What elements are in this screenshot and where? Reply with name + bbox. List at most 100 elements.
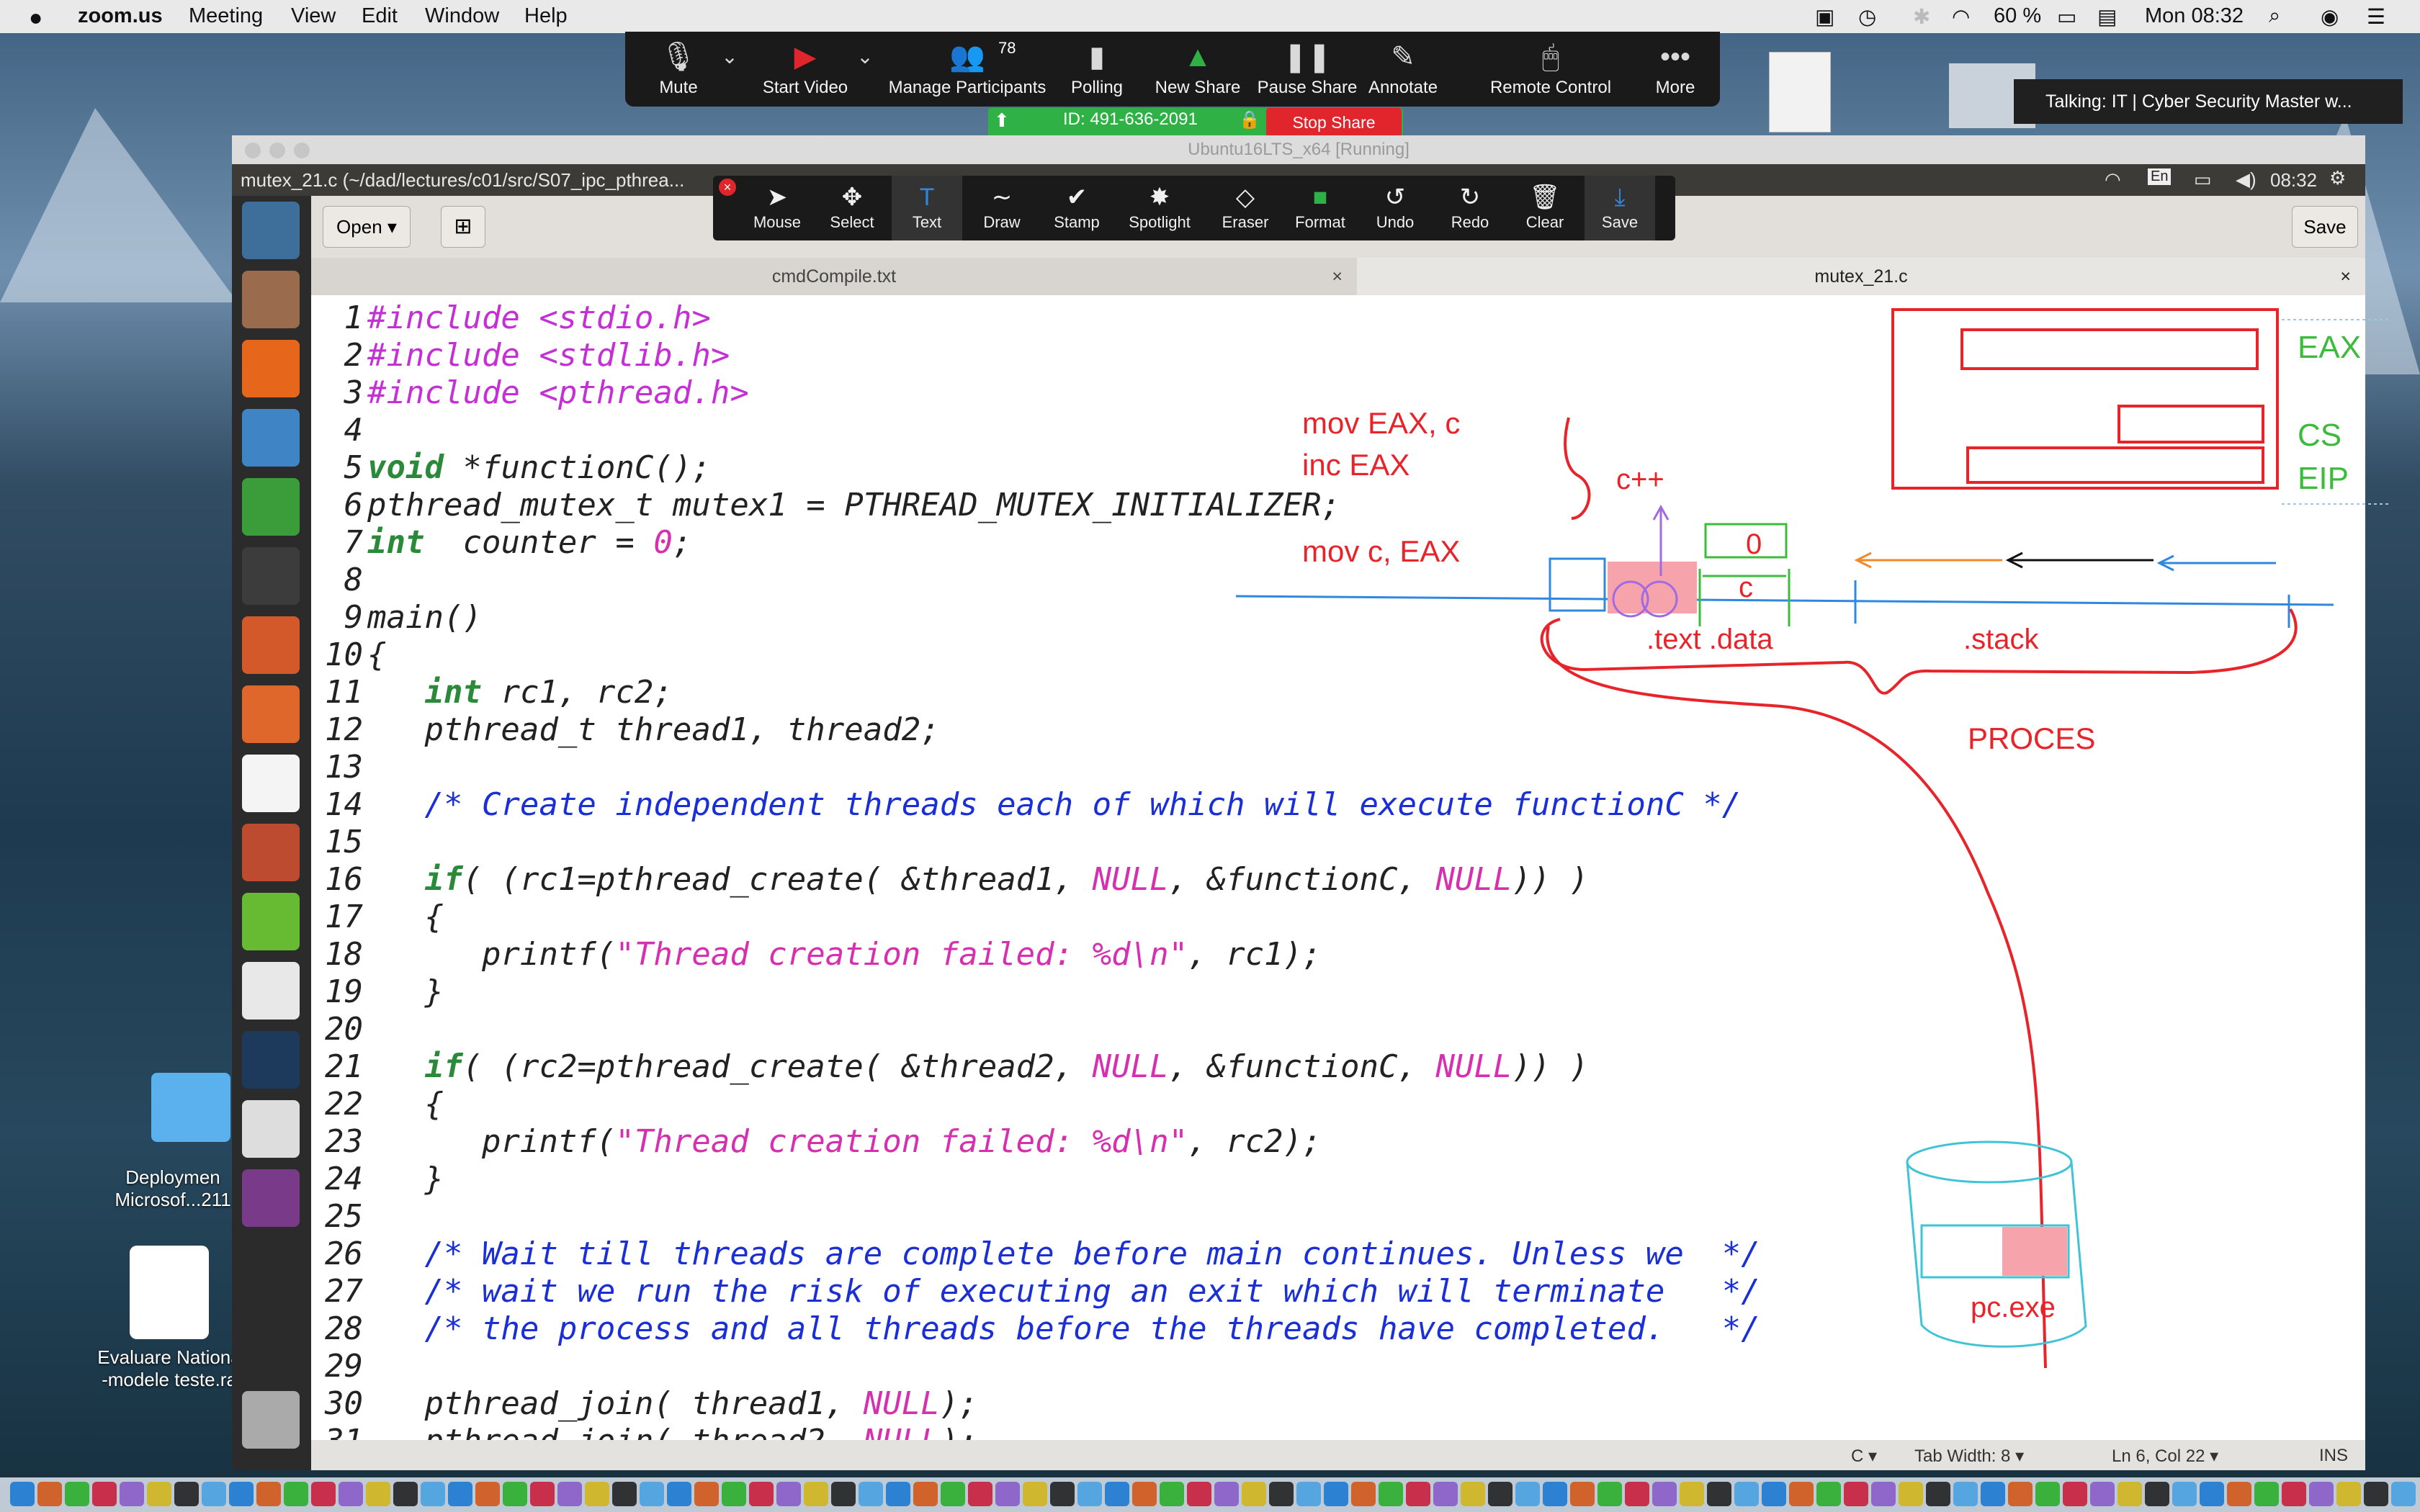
dock-app-icon[interactable] [366,1482,390,1506]
dock-app-icon[interactable] [1953,1482,1978,1506]
dock-app-icon[interactable] [1324,1482,1348,1506]
tool-select[interactable]: ✥ Select [817,176,887,240]
dock-app-icon[interactable] [1050,1482,1075,1506]
dock-app-icon[interactable] [1351,1482,1376,1506]
dock-app-icon[interactable] [2391,1482,2416,1506]
dock-app-icon[interactable] [1433,1482,1458,1506]
dock-app-icon[interactable] [1570,1482,1595,1506]
dock-app-icon[interactable] [886,1482,910,1506]
dock-app-icon[interactable] [1269,1482,1294,1506]
dock-app-icon[interactable] [503,1482,527,1506]
dock-app-icon[interactable] [2063,1482,2087,1506]
dock-app-icon[interactable] [1132,1482,1157,1506]
dock-app-icon[interactable] [311,1482,336,1506]
dock-app-icon[interactable] [2282,1482,2306,1506]
dock-app-icon[interactable] [393,1482,418,1506]
dock-app-icon[interactable] [2364,1482,2388,1506]
dock-app-icon[interactable] [339,1482,363,1506]
dock-app-icon[interactable] [1160,1482,1184,1506]
dock-app-icon[interactable] [585,1482,609,1506]
tool-draw[interactable]: ∼ Draw [967,176,1037,240]
dock-app-icon[interactable] [1899,1482,1923,1506]
dock-app-icon[interactable] [1981,1482,2005,1506]
dock-app-icon[interactable] [2227,1482,2251,1506]
dock-app-icon[interactable] [284,1482,308,1506]
dock-app-icon[interactable] [1543,1482,1567,1506]
dock-app-icon[interactable] [2336,1482,2361,1506]
dock-app-icon[interactable] [831,1482,856,1506]
dock-app-icon[interactable] [1023,1482,1047,1506]
dock-app-icon[interactable] [859,1482,883,1506]
tool-spotlight[interactable]: ✸ Spotlight [1116,176,1203,240]
dock-app-icon[interactable] [1379,1482,1403,1506]
dock-app-icon[interactable] [65,1482,89,1506]
dock-app-icon[interactable] [174,1482,199,1506]
dock-app-icon[interactable] [1734,1482,1759,1506]
dock-app-icon[interactable] [229,1482,254,1506]
dock-app-icon[interactable] [1926,1482,1950,1506]
dock-app-icon[interactable] [2172,1482,2197,1506]
dock-app-icon[interactable] [2090,1482,2115,1506]
dock-app-icon[interactable] [1077,1482,1102,1506]
close-annotate-icon[interactable]: × [719,179,736,196]
dock-app-icon[interactable] [749,1482,774,1506]
dock-app-icon[interactable] [1296,1482,1321,1506]
dock-app-icon[interactable] [1680,1482,1704,1506]
dock-app-icon[interactable] [722,1482,746,1506]
tool-save[interactable]: ⤓ Save [1585,176,1655,240]
dock-app-icon[interactable] [2145,1482,2169,1506]
tool-clear[interactable]: 🗑 Clear [1510,176,1580,240]
dock-app-icon[interactable] [995,1482,1020,1506]
tool-text[interactable]: T Text [892,176,962,240]
dock-app-icon[interactable] [612,1482,637,1506]
dock-app-icon[interactable] [1461,1482,1485,1506]
dock-app-icon[interactable] [1597,1482,1622,1506]
dock-app-icon[interactable] [448,1482,472,1506]
tool-undo[interactable]: ↺ Undo [1360,176,1430,240]
dock-app-icon[interactable] [530,1482,555,1506]
dock-app-icon[interactable] [1871,1482,1896,1506]
dock-app-icon[interactable] [913,1482,938,1506]
tool-eraser[interactable]: ◇ Eraser [1210,176,1281,240]
dock-app-icon[interactable] [804,1482,828,1506]
dock-app-icon[interactable] [475,1482,500,1506]
dock-app-icon[interactable] [2254,1482,2279,1506]
dock-app-icon[interactable] [667,1482,691,1506]
dock-app-icon[interactable] [557,1482,582,1506]
dock-app-icon[interactable] [968,1482,992,1506]
dock-app-icon[interactable] [2200,1482,2224,1506]
dock-app-icon[interactable] [1816,1482,1841,1506]
dock-app-icon[interactable] [202,1482,226,1506]
tool-redo[interactable]: ↻ Redo [1435,176,1505,240]
tool-format[interactable]: ■ Format [1285,176,1355,240]
dock-app-icon[interactable] [1406,1482,1430,1506]
dock-app-icon[interactable] [2035,1482,2060,1506]
tool-stamp[interactable]: ✔ Stamp [1041,176,1112,240]
dock-app-icon[interactable] [10,1482,35,1506]
dock-app-icon[interactable] [1214,1482,1239,1506]
dock-app-icon[interactable] [2118,1482,2142,1506]
dock-app-icon[interactable] [2008,1482,2033,1506]
dock-app-icon[interactable] [147,1482,171,1506]
tool-mouse[interactable]: ➤ Mouse [742,176,812,240]
dock-app-icon[interactable] [2309,1482,2334,1506]
dock-app-icon[interactable] [1488,1482,1512,1506]
dock-app-icon[interactable] [120,1482,144,1506]
dock-app-icon[interactable] [1707,1482,1731,1506]
dock-app-icon[interactable] [1762,1482,1786,1506]
dock-app-icon[interactable] [421,1482,445,1506]
dock-app-icon[interactable] [92,1482,117,1506]
dock-app-icon[interactable] [1187,1482,1211,1506]
dock-app-icon[interactable] [776,1482,801,1506]
dock-app-icon[interactable] [1625,1482,1649,1506]
dock-app-icon[interactable] [640,1482,664,1506]
dock-app-icon[interactable] [694,1482,719,1506]
dock-app-icon[interactable] [1844,1482,1868,1506]
dock-app-icon[interactable] [256,1482,281,1506]
dock-app-icon[interactable] [1515,1482,1540,1506]
dock-app-icon[interactable] [1789,1482,1814,1506]
dock-app-icon[interactable] [1652,1482,1677,1506]
dock-app-icon[interactable] [1242,1482,1266,1506]
dock-app-icon[interactable] [1105,1482,1129,1506]
dock-app-icon[interactable] [37,1482,62,1506]
